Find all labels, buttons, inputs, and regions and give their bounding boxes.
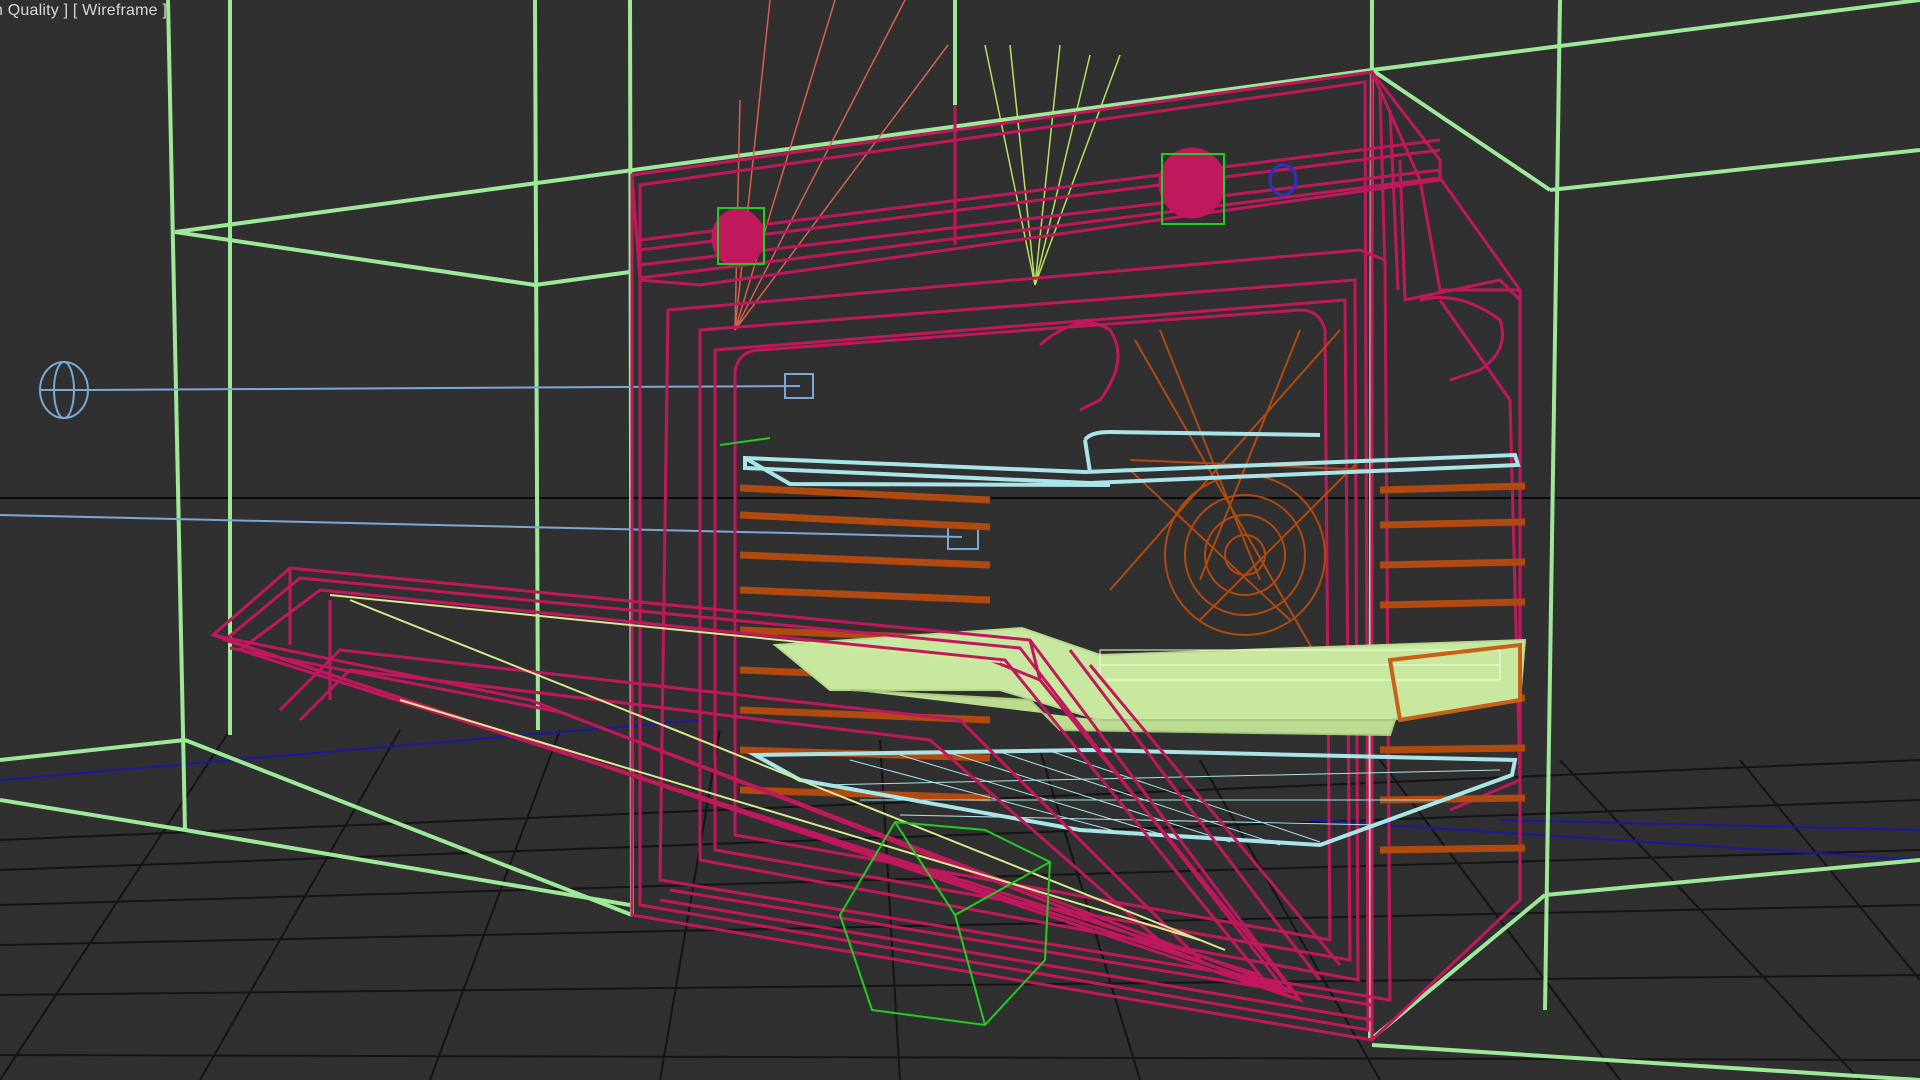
shading-mode-label[interactable]: [ Wireframe ]: [73, 2, 167, 19]
viewport-perspective[interactable]: n Quality ] [ Wireframe ]: [0, 0, 1920, 1080]
kitchen-cabinet-wireframe[interactable]: [0, 0, 1920, 1080]
fan-housings: [1039, 296, 1504, 412]
viewport-label: n Quality ] [ Wireframe ]: [0, 2, 167, 20]
quality-label[interactable]: n Quality ]: [0, 2, 68, 19]
scene-canvas[interactable]: [0, 0, 1920, 1080]
spotlight-rays: [734, 0, 949, 331]
wire-rack-top[interactable]: [743, 429, 1521, 487]
fan-target-rays: [984, 44, 1121, 286]
grid-axis-lines: [0, 719, 1920, 861]
floor-grid: [0, 729, 1920, 1080]
convection-fan[interactable]: [1109, 329, 1371, 681]
